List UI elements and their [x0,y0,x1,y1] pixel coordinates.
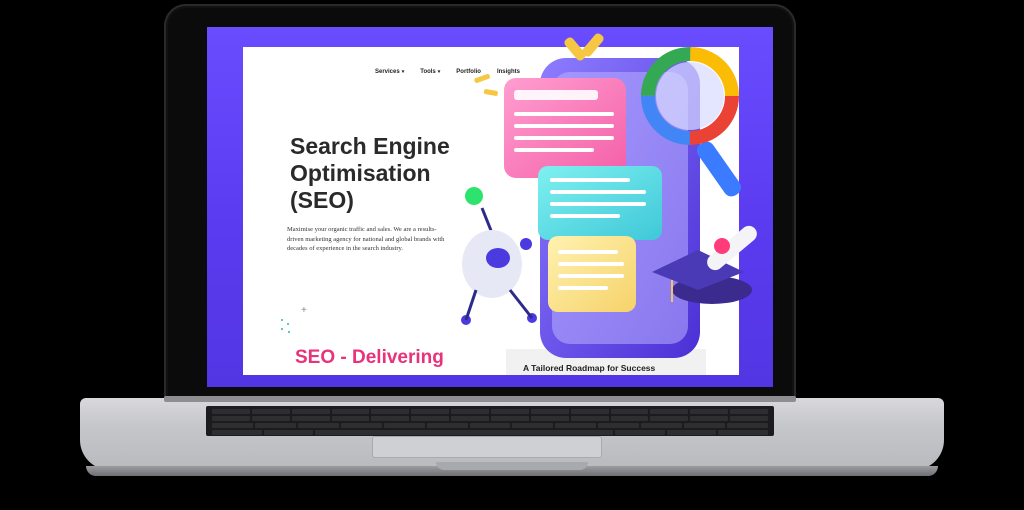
keyboard [206,406,774,436]
hinge [164,396,796,402]
teal-content-card [538,166,662,240]
dots-decoration-icon [281,319,293,333]
plus-decoration-icon: + [301,305,307,316]
hero-description: Maximise your organic traffic and sales.… [287,226,445,252]
section-heading: SEO - Delivering [295,347,444,368]
nav-item-services[interactable]: Services ▾ [375,69,404,75]
pink-content-card [504,78,626,178]
robot-icon [461,187,537,325]
chevron-down-icon: ▾ [401,69,405,75]
seo-illustration [461,33,757,358]
laptop-notch [436,462,588,470]
nav-item-tools[interactable]: Tools ▾ [420,69,440,75]
trackpad [372,436,602,458]
diploma-icon [707,225,757,271]
yellow-content-card [548,236,636,312]
